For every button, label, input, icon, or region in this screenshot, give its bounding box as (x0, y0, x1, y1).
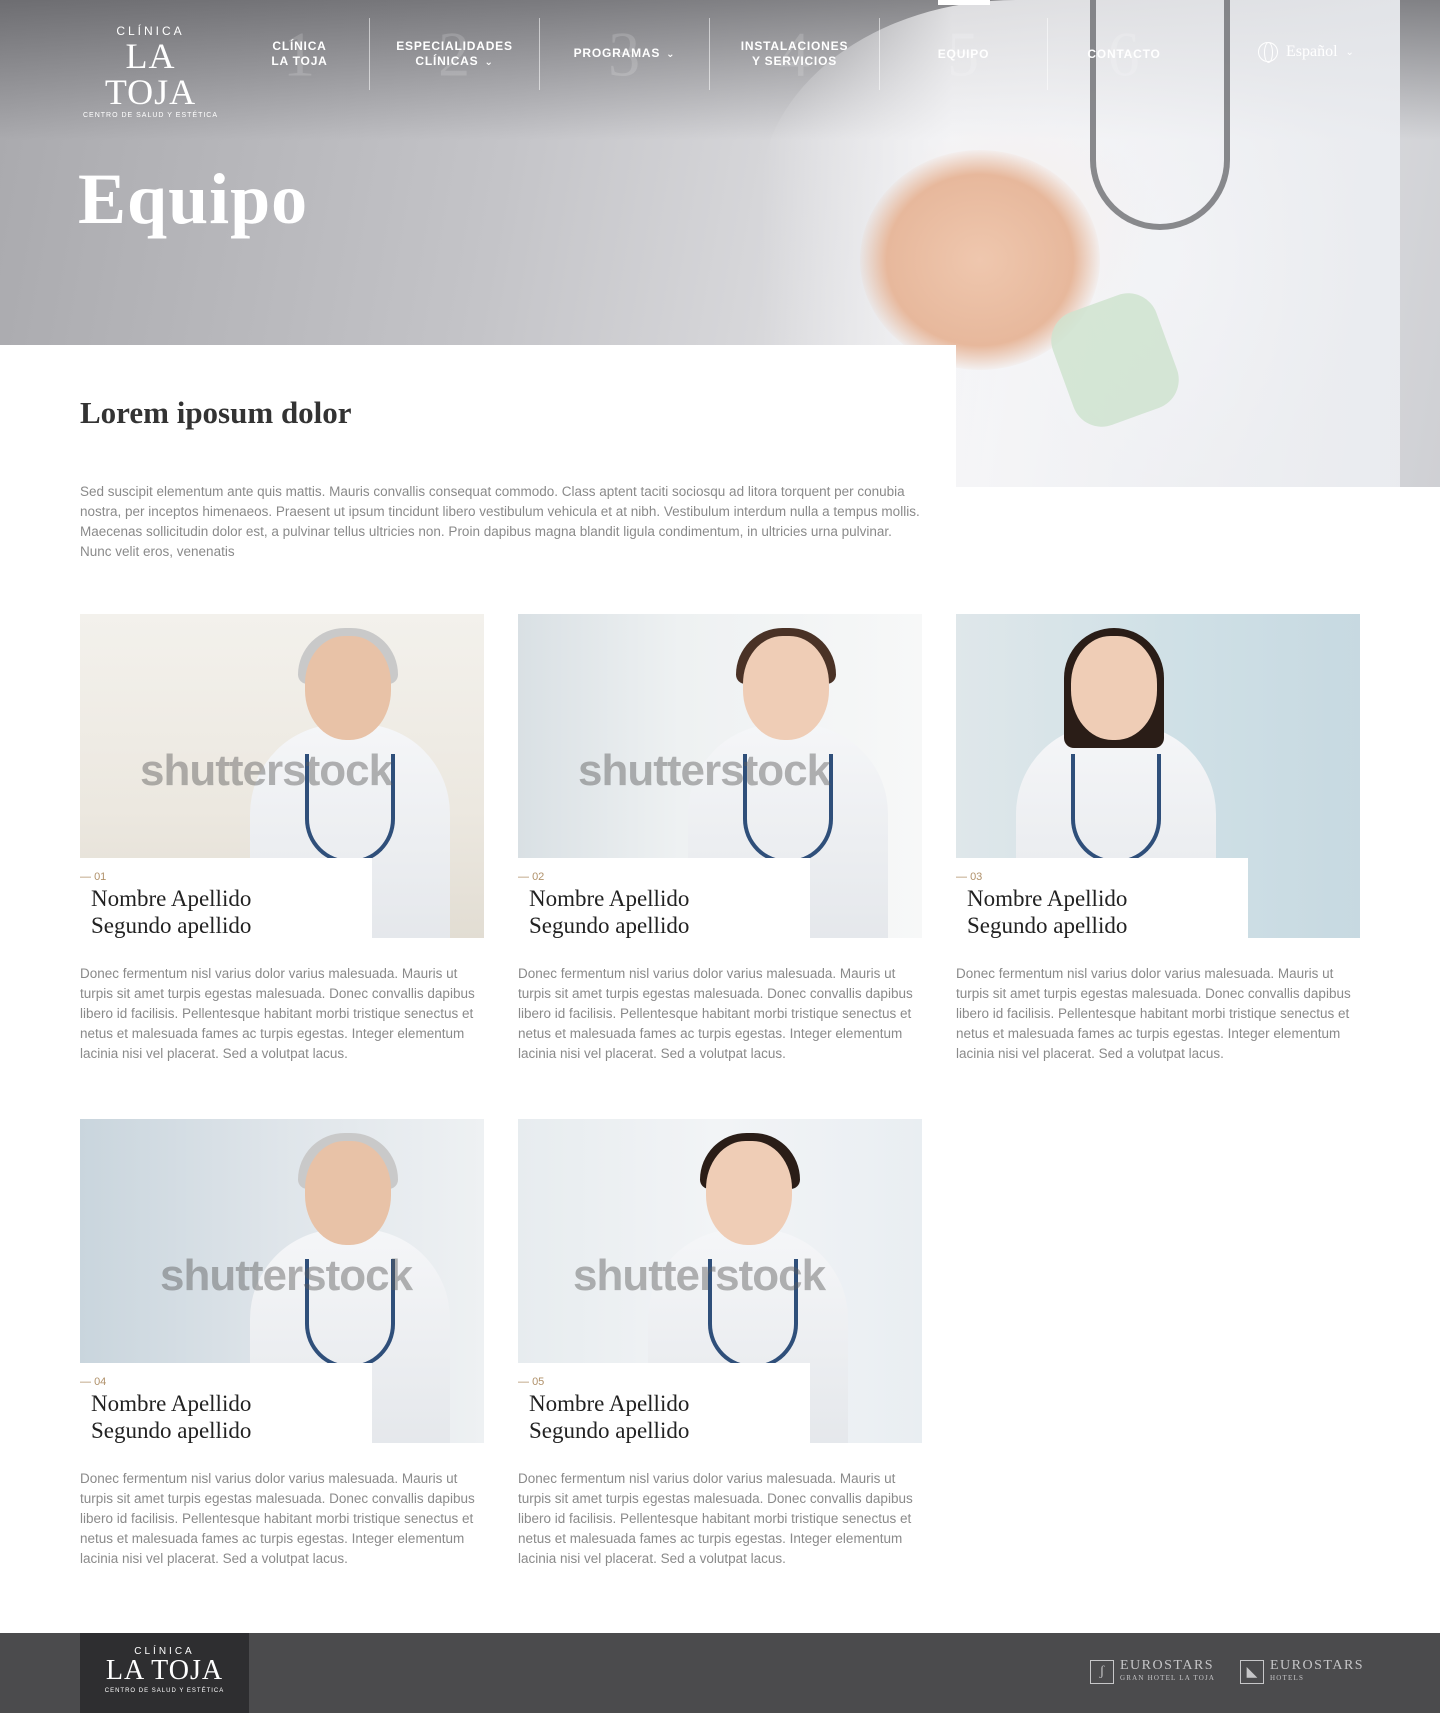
team-member-number: 04 (80, 1376, 106, 1388)
brand-subtitle: HOTELS (1270, 1674, 1305, 1682)
footer: CLÍNICA LA TOJA CENTRO DE SALUD Y ESTÉTI… (0, 1633, 1440, 1713)
team-member-first-line: Nombre Apellido (529, 886, 690, 911)
photo-watermark: shutterstock (160, 1251, 413, 1300)
top-navigation: CLÍNICA LA TOJA CENTRO DE SALUD Y ESTÉTI… (0, 0, 1440, 119)
team-member-description: Donec fermentum nisl varius dolor varius… (518, 966, 913, 1061)
nav-item-instalaciones[interactable]: 4 INSTALACIONES Y SERVICIOS (710, 18, 880, 90)
team-member-number: 05 (518, 1376, 544, 1388)
nav-item-label: PROGRAMAS ⌄ (573, 46, 676, 60)
chevron-down-icon: ⌄ (484, 56, 494, 68)
team-member-name: Nombre Apellido Segundo apellido (91, 1390, 251, 1444)
brand-subtitle: GRAN HOTEL LA TOJA (1120, 1674, 1216, 1682)
brand-text: EUROSTARS GRAN HOTEL LA TOJA (1120, 1659, 1215, 1685)
team-member-name: Nombre Apellido Segundo apellido (529, 1390, 689, 1444)
team-member-number: 02 (518, 871, 544, 883)
main-menu: 1 CLÍNICA LA TOJA 2 ESPECIALIDADES CLÍNI… (230, 0, 1200, 90)
eurostars-hotels-link[interactable]: ◣ EUROSTARS HOTELS (1240, 1659, 1364, 1685)
nav-item-label: CLÍNICA LA TOJA (271, 39, 328, 68)
footer-logo-line-3: CENTRO DE SALUD Y ESTÉTICA (104, 1688, 225, 1694)
eurostars-hotels-logo-icon: ◣ (1240, 1660, 1264, 1684)
team-member-name: Nombre Apellido Segundo apellido (529, 885, 689, 939)
nav-item-contacto[interactable]: 6 CONTACTO (1048, 18, 1200, 90)
team-member-second-line: Segundo apellido (529, 913, 690, 938)
logo-line-2: LA TOJA (104, 36, 197, 112)
team-member-description: Donec fermentum nisl varius dolor varius… (80, 1471, 475, 1566)
logo-line-3: CENTRO DE SALUD Y ESTÉTICA (82, 112, 219, 119)
team-member-name: Nombre Apellido Segundo apellido (967, 885, 1127, 939)
photo-watermark: shutterstock (573, 1251, 826, 1300)
team-member-second-line: Segundo apellido (91, 913, 252, 938)
brand-name: EUROSTARS (1270, 1658, 1365, 1673)
eurostars-gran-hotel-link[interactable]: ʃ EUROSTARS GRAN HOTEL LA TOJA (1090, 1659, 1215, 1685)
nav-item-label: CONTACTO (1087, 46, 1161, 61)
team-member-name: Nombre Apellido Segundo apellido (91, 885, 251, 939)
nav-item-equipo[interactable]: 5 EQUIPO (880, 0, 1048, 90)
footer-logo[interactable]: CLÍNICA LA TOJA CENTRO DE SALUD Y ESTÉTI… (80, 1633, 249, 1713)
globe-icon (1258, 42, 1278, 63)
team-member-first-line: Nombre Apellido (91, 886, 252, 911)
nav-item-especialidades[interactable]: 2 ESPECIALIDADES CLÍNICAS ⌄ (370, 18, 540, 90)
team-member-description: Donec fermentum nisl varius dolor varius… (80, 966, 475, 1061)
intro-text: Sed suscipit elementum ante quis mattis.… (80, 484, 920, 559)
nav-item-label: INSTALACIONES Y SERVICIOS (740, 39, 849, 68)
site-logo[interactable]: CLÍNICA LA TOJA CENTRO DE SALUD Y ESTÉTI… (78, 24, 223, 119)
language-selector[interactable]: Español ⌄ (1258, 42, 1354, 63)
team-member-number: 03 (956, 871, 982, 883)
team-member-second-line: Segundo apellido (967, 913, 1128, 938)
team-member-second-line: Segundo apellido (529, 1418, 690, 1443)
team-member-description: Donec fermentum nisl varius dolor varius… (518, 1471, 913, 1566)
team-member-first-line: Nombre Apellido (967, 886, 1128, 911)
nav-item-programas[interactable]: 3 PROGRAMAS ⌄ (540, 18, 710, 90)
brand-text: EUROSTARS HOTELS (1270, 1659, 1364, 1685)
team-member-first-line: Nombre Apellido (91, 1391, 252, 1416)
chevron-down-icon: ⌄ (1345, 46, 1354, 58)
team-member-first-line: Nombre Apellido (529, 1391, 690, 1416)
nav-item-clinica[interactable]: 1 CLÍNICA LA TOJA (230, 18, 370, 90)
eurostars-logo-icon: ʃ (1090, 1660, 1114, 1684)
team-member-number: 01 (80, 871, 106, 883)
team-member-second-line: Segundo apellido (91, 1418, 252, 1443)
intro-title: Lorem iposum dolor (80, 395, 352, 430)
chevron-down-icon: ⌄ (666, 49, 676, 60)
nav-item-label: ESPECIALIDADES CLÍNICAS ⌄ (396, 38, 513, 68)
brand-name: EUROSTARS (1120, 1658, 1215, 1673)
nav-item-label: EQUIPO (937, 46, 990, 61)
footer-logo-line-2: LA TOJA (105, 1655, 224, 1686)
photo-watermark: shutterstock (578, 746, 831, 795)
team-member-description: Donec fermentum nisl varius dolor varius… (956, 966, 1351, 1061)
page-title: Equipo (78, 159, 309, 239)
language-label: Español (1286, 43, 1338, 60)
photo-watermark: shutterstock (140, 746, 393, 795)
